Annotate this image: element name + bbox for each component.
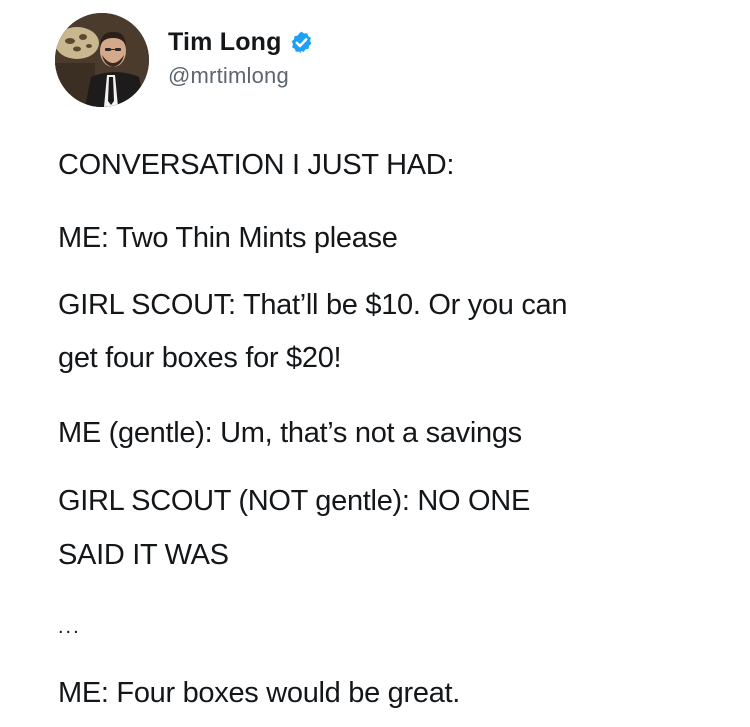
author-display-name[interactable]: Tim Long — [168, 28, 282, 57]
profile-photo-icon — [55, 13, 149, 107]
tweet-line: CONVERSATION I JUST HAD: — [58, 149, 455, 181]
author-avatar[interactable] — [55, 13, 149, 107]
tweet-line: get four boxes for $20! — [58, 342, 342, 374]
tweet-line: GIRL SCOUT (NOT gentle): NO ONE — [58, 485, 530, 517]
tweet-line: ME (gentle): Um, that’s not a savings — [58, 417, 522, 449]
author-handle[interactable]: @mrtimlong — [168, 63, 289, 89]
tweet-line: GIRL SCOUT: That’ll be $10. Or you can — [58, 289, 568, 321]
author-name-row: Tim Long — [168, 25, 314, 59]
tweet-line: ME: Two Thin Mints please — [58, 222, 398, 254]
tweet-line-ellipsis: ... — [58, 616, 81, 638]
tweet-line: ME: Four boxes would be great. — [58, 677, 461, 709]
tweet-card: Tim Long @mrtimlong CONVERSATION I JUST … — [0, 0, 750, 727]
tweet-line: SAID IT WAS — [58, 539, 229, 571]
verified-badge-icon — [289, 30, 314, 55]
